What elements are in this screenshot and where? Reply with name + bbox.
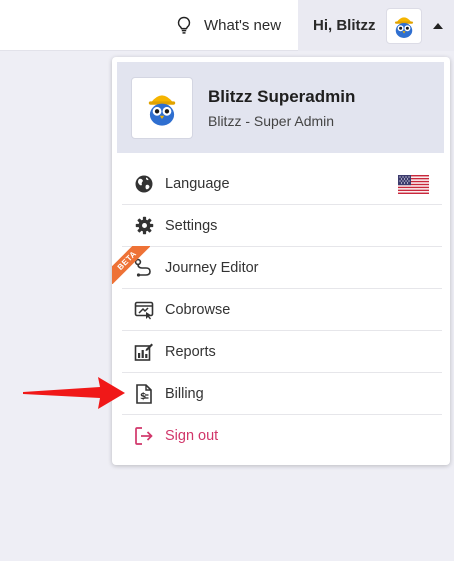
svg-text:$: $ bbox=[140, 392, 146, 402]
user-greeting: Hi, Blitzz bbox=[313, 17, 376, 34]
chart-edit-icon bbox=[133, 341, 155, 363]
billing-label: Billing bbox=[165, 385, 204, 402]
menu-item-reports[interactable]: Reports bbox=[122, 331, 442, 373]
lightbulb-icon bbox=[176, 16, 192, 36]
whats-new-label: What's new bbox=[204, 17, 282, 34]
sign-out-label: Sign out bbox=[165, 428, 219, 444]
reports-label: Reports bbox=[165, 343, 216, 360]
invoice-icon: $ bbox=[133, 383, 155, 405]
user-menu-toggle[interactable]: Hi, Blitzz bbox=[298, 0, 454, 51]
profile-name: Blitzz Superadmin bbox=[208, 86, 356, 106]
menu-item-journey-editor[interactable]: Journey Editor bbox=[122, 247, 442, 289]
language-label: Language bbox=[165, 175, 230, 192]
journey-editor-label: Journey Editor bbox=[165, 259, 259, 276]
whats-new-button[interactable]: What's new bbox=[176, 0, 281, 51]
profile-role: Blitzz - Super Admin bbox=[208, 112, 335, 129]
sign-out-icon bbox=[133, 425, 155, 447]
gear-icon bbox=[133, 215, 155, 237]
menu-item-language[interactable]: Language bbox=[122, 163, 442, 205]
us-flag-icon[interactable] bbox=[398, 175, 429, 194]
menu-item-billing[interactable]: $ Billing bbox=[122, 373, 442, 415]
top-bar: What's new Hi, Blitzz bbox=[0, 0, 454, 51]
settings-label: Settings bbox=[165, 217, 218, 234]
beta-badge-label: BETA bbox=[112, 246, 150, 284]
cobrowse-label: Cobrowse bbox=[165, 301, 231, 318]
caret-up-icon bbox=[432, 22, 443, 29]
menu-item-settings[interactable]: Settings bbox=[122, 205, 442, 247]
profile-card: Blitzz Superadmin Blitzz - Super Admin bbox=[117, 62, 444, 153]
user-dropdown-menu: Blitzz Superadmin Blitzz - Super Admin L… bbox=[112, 57, 450, 465]
cobrowse-icon bbox=[133, 299, 155, 321]
profile-avatar bbox=[131, 76, 193, 139]
menu-item-cobrowse[interactable]: Cobrowse bbox=[122, 289, 442, 331]
globe-icon bbox=[133, 173, 155, 195]
annotation-arrow bbox=[23, 377, 125, 409]
beta-badge: BETA bbox=[112, 246, 150, 284]
avatar bbox=[385, 7, 422, 44]
menu-item-sign-out[interactable]: Sign out bbox=[122, 415, 442, 457]
